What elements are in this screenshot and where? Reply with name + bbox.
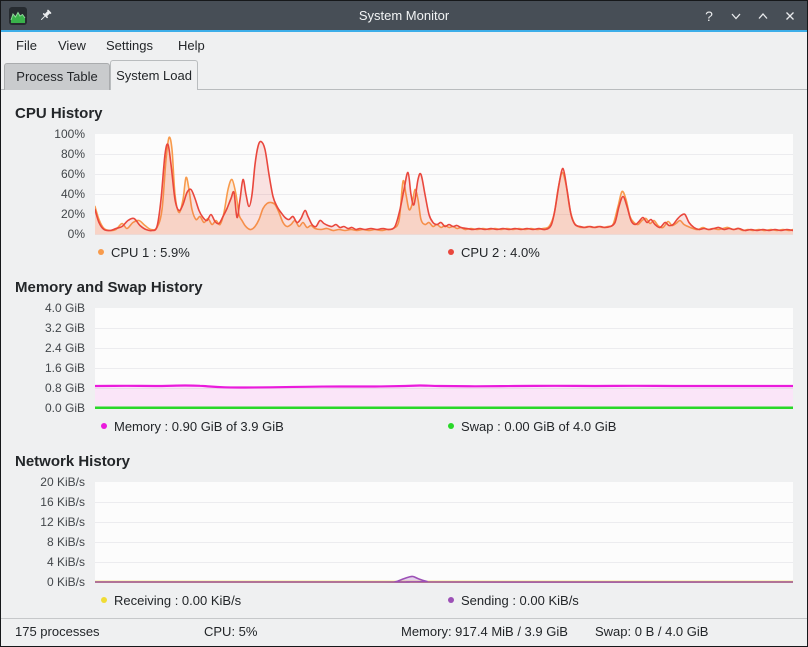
legend-dot-memory: [101, 423, 107, 429]
legend-item-cpu1: CPU 1 : 5.9%: [98, 243, 190, 261]
status-bar: 175 processes CPU: 5% Memory: 917.4 MiB …: [1, 618, 807, 646]
network-history-chart: [95, 482, 793, 583]
tab-bar: Process Table System Load: [1, 60, 807, 90]
help-button[interactable]: ?: [700, 7, 718, 25]
y-axis-label: 4.0 GiB: [1, 300, 85, 316]
pushpin-icon[interactable]: [37, 8, 53, 24]
legend-item-swap: Swap : 0.00 GiB of 4.0 GiB: [448, 417, 616, 435]
legend-dot-sending: [448, 597, 454, 603]
close-button[interactable]: [781, 7, 799, 25]
memory-legend: Memory : 0.90 GiB of 3.9 GiB Swap : 0.00…: [1, 417, 807, 435]
y-axis-label: 20 KiB/s: [1, 474, 85, 490]
legend-label-swap: Swap : 0.00 GiB of 4.0 GiB: [461, 419, 616, 434]
legend-label-cpu1: CPU 1 : 5.9%: [111, 245, 190, 260]
legend-dot-cpu1: [98, 249, 104, 255]
y-axis-label: 20%: [1, 206, 85, 222]
chevron-down-icon: [732, 14, 740, 19]
y-axis-label: 2.4 GiB: [1, 340, 85, 356]
legend-label-sending: Sending : 0.00 KiB/s: [461, 593, 579, 608]
legend-dot-swap: [448, 423, 454, 429]
legend-item-receiving: Receiving : 0.00 KiB/s: [101, 591, 241, 609]
status-cpu: CPU: 5%: [204, 619, 257, 645]
network-legend: Receiving : 0.00 KiB/s Sending : 0.00 Ki…: [1, 591, 807, 609]
menubar: File View Settings Help: [1, 32, 807, 60]
legend-label-receiving: Receiving : 0.00 KiB/s: [114, 593, 241, 608]
cpu-legend: CPU 1 : 5.9% CPU 2 : 4.0%: [1, 243, 807, 261]
menu-settings[interactable]: Settings: [102, 32, 157, 60]
tab-process-table[interactable]: Process Table: [4, 63, 110, 90]
legend-label-cpu2: CPU 2 : 4.0%: [461, 245, 540, 260]
legend-item-memory: Memory : 0.90 GiB of 3.9 GiB: [101, 417, 284, 435]
network-history-section: Network History 20 KiB/s 16 KiB/s 12 KiB/s…: [1, 453, 807, 613]
network-y-axis: 20 KiB/s16 KiB/s12 KiB/s8 KiB/s4 KiB/s0 …: [1, 482, 87, 583]
section-title-memory: Memory and Swap History: [15, 279, 203, 296]
window-title: System Monitor: [1, 8, 807, 23]
y-axis-label: 100%: [1, 126, 85, 142]
minimize-button[interactable]: [727, 7, 745, 25]
legend-item-sending: Sending : 0.00 KiB/s: [448, 591, 579, 609]
legend-dot-cpu2: [448, 249, 454, 255]
section-title-network: Network History: [15, 453, 130, 470]
legend-dot-receiving: [101, 597, 107, 603]
system-monitor-window: System Monitor ? File View Settings Help…: [0, 0, 808, 647]
memory-swap-chart: [95, 308, 793, 409]
section-title-cpu: CPU History: [15, 105, 103, 122]
y-axis-label: 1.6 GiB: [1, 360, 85, 376]
cpu-y-axis: 100%80%60%40%20%0%: [1, 134, 87, 235]
cpu-history-section: CPU History 100% 80% 60% 40% 20% 0% CPU 1 : 5…: [1, 105, 807, 265]
menu-help[interactable]: Help: [174, 32, 209, 60]
y-axis-label: 80%: [1, 146, 85, 162]
status-swap: Swap: 0 B / 4.0 GiB: [595, 619, 708, 645]
status-processes: 175 processes: [15, 619, 100, 645]
memory-swap-section: Memory and Swap History 4.0 GiB 3.2 GiB 2.…: [1, 279, 807, 439]
status-memory: Memory: 917.4 MiB / 3.9 GiB: [401, 619, 568, 645]
memory-y-axis: 4.0 GiB3.2 GiB2.4 GiB1.6 GiB0.8 GiB0.0 G…: [1, 308, 87, 409]
y-axis-label: 8 KiB/s: [1, 534, 85, 550]
y-axis-label: 0.8 GiB: [1, 380, 85, 396]
y-axis-label: 4 KiB/s: [1, 554, 85, 570]
y-axis-label: 0.0 GiB: [1, 400, 85, 416]
legend-label-memory: Memory : 0.90 GiB of 3.9 GiB: [114, 419, 284, 434]
y-axis-label: 40%: [1, 186, 85, 202]
menu-view[interactable]: View: [54, 32, 90, 60]
maximize-button[interactable]: [754, 7, 772, 25]
chevron-up-icon: [759, 14, 767, 19]
y-axis-label: 0 KiB/s: [1, 574, 85, 590]
x-icon: [787, 12, 794, 19]
y-axis-label: 12 KiB/s: [1, 514, 85, 530]
y-axis-label: 3.2 GiB: [1, 320, 85, 336]
tab-system-load[interactable]: System Load: [110, 60, 198, 90]
y-axis-label: 60%: [1, 166, 85, 182]
y-axis-label: 16 KiB/s: [1, 494, 85, 510]
y-axis-label: 0%: [1, 226, 85, 242]
app-icon: [9, 7, 27, 25]
titlebar[interactable]: System Monitor ?: [1, 1, 807, 30]
cpu-history-chart: [95, 134, 793, 235]
menu-file[interactable]: File: [12, 32, 41, 60]
legend-item-cpu2: CPU 2 : 4.0%: [448, 243, 540, 261]
